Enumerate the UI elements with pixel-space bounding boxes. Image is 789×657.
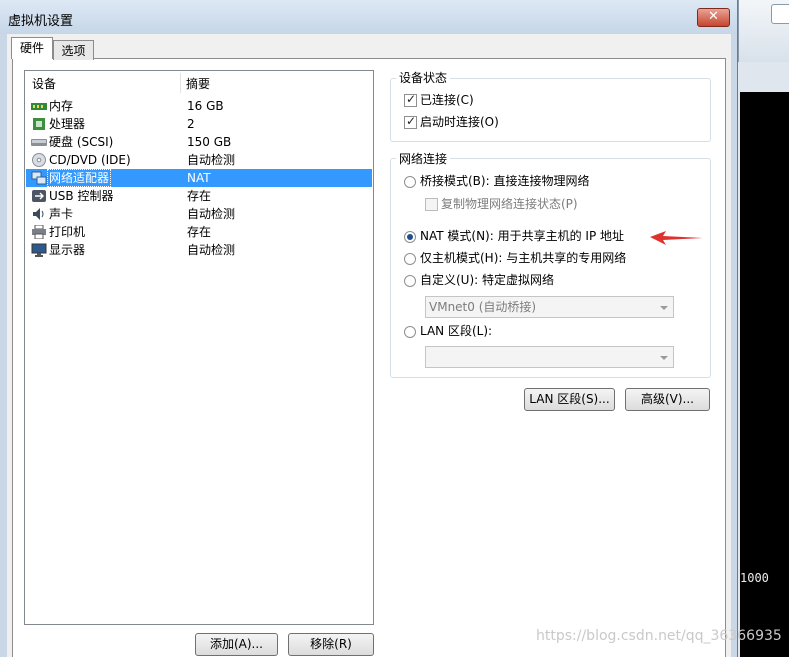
device-row-harddisk[interactable]: 硬盘 (SCSI) 150 GB: [26, 133, 372, 151]
device-summary: 自动检测: [187, 207, 236, 221]
display-icon: [31, 243, 47, 257]
host-only-label[interactable]: 仅主机模式(H): 与主机共享的专用网络: [420, 250, 626, 266]
device-name: 网络适配器: [46, 169, 112, 187]
tab-options[interactable]: 选项: [53, 40, 94, 60]
device-row-usb[interactable]: USB 控制器 存在: [26, 187, 372, 205]
column-separator[interactable]: [180, 73, 181, 93]
device-row-memory[interactable]: 内存 16 GB: [26, 97, 372, 115]
device-summary: 自动检测: [187, 153, 236, 167]
add-device-button[interactable]: 添加(A)...: [195, 633, 278, 656]
network-connection-title: 网络连接: [396, 152, 451, 166]
device-list[interactable]: 设备 摘要 内存 16 GB 处理器 2 硬盘 (SCSI) 150 GB CD…: [24, 70, 374, 625]
lan-segment-select[interactable]: [425, 346, 674, 368]
device-summary: 2: [187, 117, 195, 131]
cdrom-icon: [32, 153, 46, 167]
device-row-display[interactable]: 显示器 自动检测: [26, 241, 372, 259]
processor-icon: [33, 118, 45, 130]
window-title: 虚拟机设置: [8, 14, 74, 29]
printer-icon: [32, 225, 46, 239]
connect-at-power-on-label[interactable]: 启动时连接(O): [420, 114, 499, 130]
device-summary: 16 GB: [187, 99, 224, 113]
nat-radio[interactable]: [404, 231, 416, 243]
chevron-down-icon: [660, 356, 668, 360]
device-status-group: [390, 78, 711, 142]
advanced-button[interactable]: 高级(V)...: [625, 388, 710, 411]
device-summary: 自动检测: [187, 243, 236, 257]
custom-label[interactable]: 自定义(U): 特定虚拟网络: [420, 272, 554, 288]
device-name: 处理器: [49, 117, 86, 131]
remove-device-button[interactable]: 移除(R): [288, 633, 374, 656]
device-row-network-adapter[interactable]: 网络适配器 NAT: [26, 169, 372, 187]
device-summary: 150 GB: [187, 135, 232, 149]
device-summary: 存在: [187, 225, 212, 239]
column-header-device[interactable]: 设备: [32, 71, 56, 93]
lan-segments-button[interactable]: LAN 区段(S)...: [524, 388, 615, 411]
device-row-sound[interactable]: 声卡 自动检测: [26, 205, 372, 223]
column-header-summary[interactable]: 摘要: [186, 71, 210, 93]
nat-label[interactable]: NAT 模式(N): 用于共享主机的 IP 地址: [420, 228, 624, 244]
network-connection-group: [390, 158, 711, 378]
connected-checkbox[interactable]: [404, 92, 417, 107]
custom-network-select[interactable]: VMnet0 (自动桥接): [425, 296, 674, 318]
device-status-title: 设备状态: [396, 71, 451, 85]
connected-label[interactable]: 已连接(C): [420, 92, 474, 108]
tab-hardware[interactable]: 硬件: [11, 37, 53, 59]
custom-radio[interactable]: [404, 275, 416, 287]
network-adapter-icon: [31, 171, 47, 185]
background-window: 1000: [738, 0, 789, 657]
custom-network-select-value: VMnet0 (自动桥接): [429, 300, 537, 314]
lan-segment-radio[interactable]: [404, 326, 416, 338]
memory-icon: [31, 103, 47, 110]
device-name: 硬盘 (SCSI): [49, 135, 114, 149]
device-row-cddvd[interactable]: CD/DVD (IDE) 自动检测: [26, 151, 372, 169]
background-window-toolbar: [738, 0, 789, 62]
title-bar: 虚拟机设置 ✕: [0, 0, 737, 34]
device-row-printer[interactable]: 打印机 存在: [26, 223, 372, 241]
device-name: USB 控制器: [49, 189, 114, 203]
connect-at-power-on-checkbox[interactable]: [404, 114, 417, 129]
watermark: https://blog.csdn.net/qq_36366935: [536, 628, 782, 644]
close-button[interactable]: ✕: [697, 8, 730, 27]
bridged-label[interactable]: 桥接模式(B): 直接连接物理网络: [420, 173, 589, 189]
bridged-radio[interactable]: [404, 176, 416, 188]
device-row-processor[interactable]: 处理器 2: [26, 115, 372, 133]
device-name: 显示器: [49, 243, 86, 257]
background-terminal-text: 1000: [740, 571, 769, 585]
annotation-arrow-icon: [650, 231, 703, 245]
usb-icon: [32, 190, 46, 202]
device-name: 打印机: [49, 225, 86, 239]
device-summary: 存在: [187, 189, 212, 203]
host-only-radio[interactable]: [404, 253, 416, 265]
replicate-state-label[interactable]: 复制物理网络连接状态(P): [441, 196, 578, 212]
device-name: 内存: [49, 99, 74, 113]
device-name: CD/DVD (IDE): [49, 153, 131, 167]
background-window-button[interactable]: [771, 4, 789, 24]
sound-icon: [33, 208, 44, 220]
device-summary: NAT: [187, 171, 211, 185]
device-name: 声卡: [49, 207, 74, 221]
lan-segment-label[interactable]: LAN 区段(L):: [420, 323, 492, 339]
replicate-state-checkbox[interactable]: [425, 198, 438, 211]
harddisk-icon: [31, 139, 47, 146]
chevron-down-icon: [660, 306, 668, 310]
